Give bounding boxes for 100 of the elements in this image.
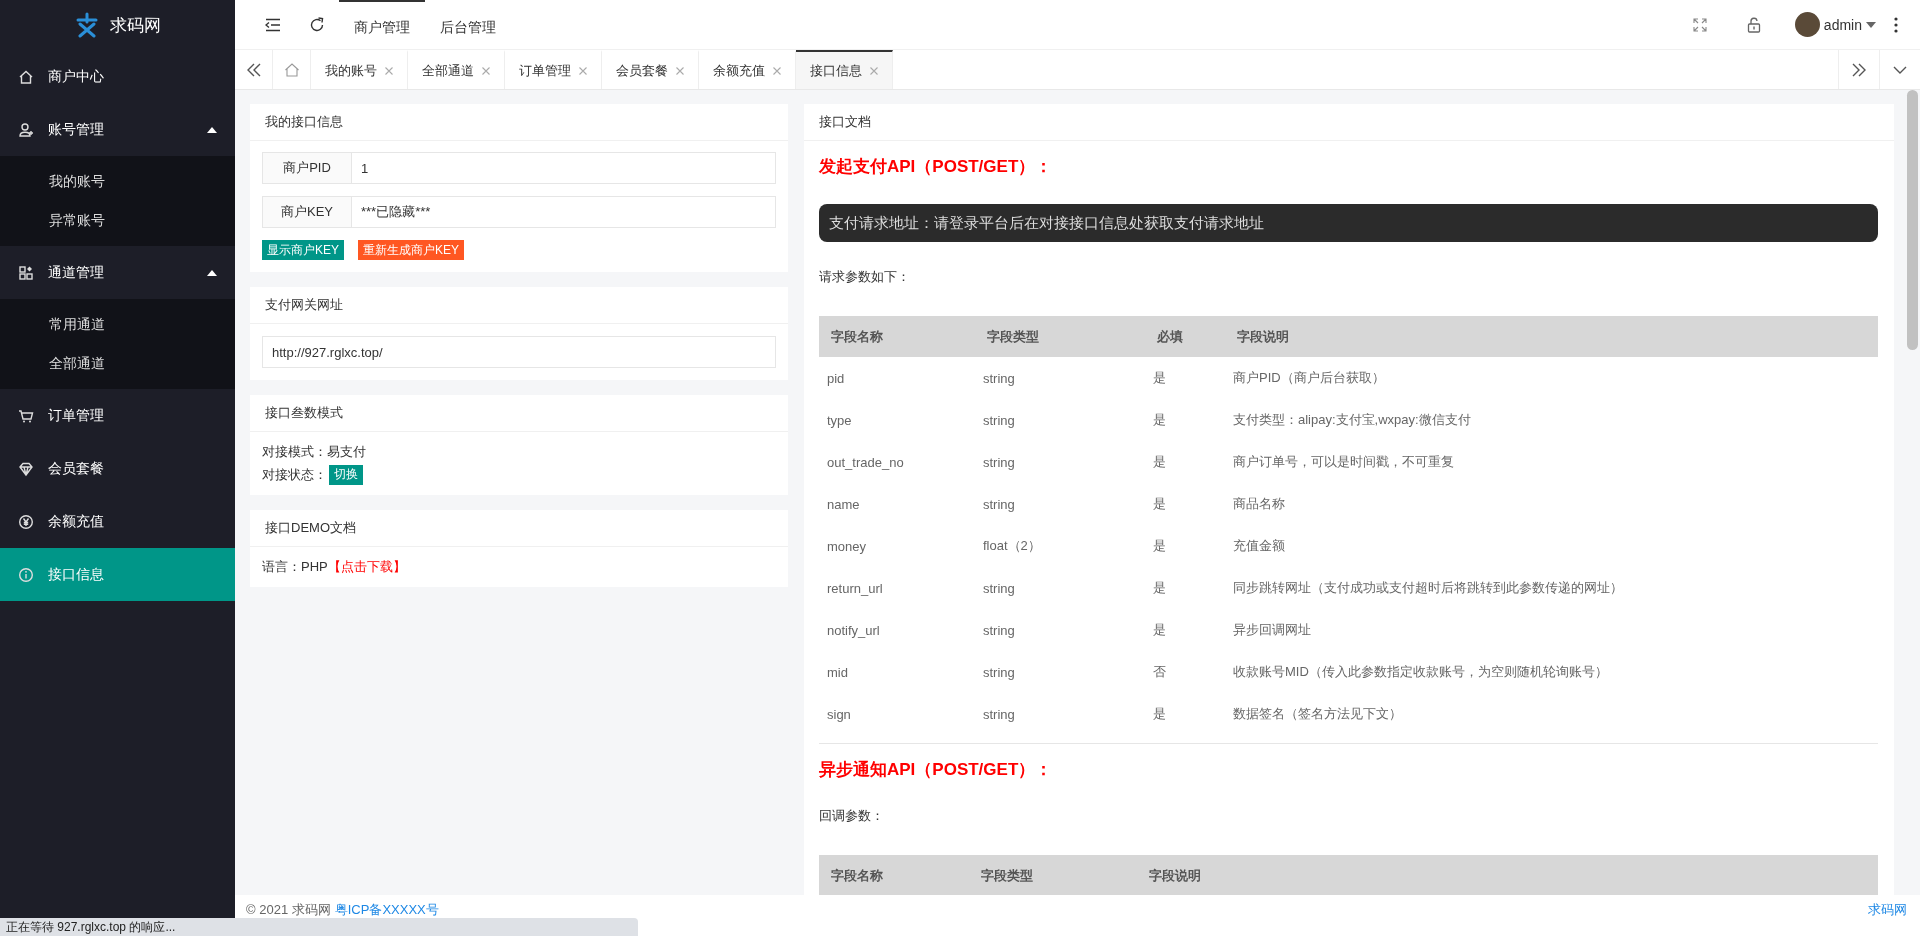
card-title: 接口叁数模式 [250, 395, 788, 432]
sidebar-item[interactable]: 接口信息 [0, 548, 235, 601]
chevron-down-icon[interactable] [1893, 65, 1907, 74]
table-cell-text: 是 [1152, 621, 1167, 639]
action-button[interactable]: 显示商户KEY [262, 240, 344, 260]
status-label: 对接状态： [262, 466, 327, 484]
nav-tab[interactable]: 后台管理 [425, 0, 511, 50]
table-cell-text: string [982, 495, 1016, 514]
table-cell: 是 [1145, 357, 1225, 399]
caret-up-icon [207, 269, 217, 276]
table-cell-text: 商品名称 [1232, 495, 1286, 513]
notice-bar: 支付请求地址：请登录平台后在对接接口信息处获取支付请求地址 [819, 204, 1878, 242]
sidebar-item[interactable]: 账号管理 [0, 103, 235, 156]
intro-text: 回调参数： [819, 807, 885, 825]
input-field[interactable]: ***已隐藏*** [352, 196, 776, 228]
table-cell-text: 是 [1152, 579, 1167, 597]
table-cell-text: 是 [1152, 495, 1167, 513]
site-link[interactable]: 求码网 [1868, 901, 1907, 919]
table-cell-text: 是 [1152, 453, 1167, 471]
menu-collapse-icon[interactable] [265, 17, 281, 32]
caret-up-icon [207, 126, 217, 133]
column-header: 字段名称 [819, 855, 969, 895]
section-heading: 发起支付API（POST/GET）： [819, 156, 1054, 178]
card-title: 支付网关网址 [250, 287, 788, 324]
table-cell-text: 支付类型：alipay:支付宝,wxpay:微信支付 [1232, 411, 1472, 429]
table-cell-text: string [982, 705, 1016, 724]
column-header: 字段名称 [819, 316, 975, 357]
column-header: 字段说明 [1137, 855, 1878, 895]
tab[interactable]: 接口信息 [796, 50, 893, 89]
yen-icon [18, 513, 34, 530]
table-cell-text: 否 [1152, 663, 1167, 681]
avatar[interactable] [1794, 12, 1820, 37]
download-link[interactable]: 【点击下载】 [327, 555, 406, 578]
more-icon[interactable] [1894, 16, 1898, 33]
user-icon [18, 121, 34, 138]
input-field[interactable]: 1 [352, 152, 776, 184]
url-field[interactable]: http://927.rglxc.top/ [262, 336, 776, 368]
double-right-icon[interactable] [1852, 62, 1866, 77]
sidebar-item[interactable]: 商户中心 [0, 50, 235, 103]
browser-status-bar: 正在等待 927.rglxc.top 的响应... [0, 918, 638, 936]
fullscreen-icon[interactable] [1692, 17, 1707, 32]
column-header: 字段说明 [1225, 316, 1878, 357]
sidebar-item[interactable]: 余额充值 [0, 495, 235, 548]
sidebar-item[interactable]: 通道管理 [0, 246, 235, 299]
caret-down-icon[interactable] [1866, 21, 1876, 28]
cart-icon [18, 407, 34, 424]
card-title: 我的接口信息 [250, 104, 788, 141]
sidebar-item[interactable]: 订单管理 [0, 389, 235, 442]
table-cell-text: money [826, 537, 868, 556]
table-cell-text: string [982, 411, 1016, 430]
column-header: 字段类型 [975, 316, 1145, 357]
submenu-item[interactable]: 常用通道 [0, 305, 235, 344]
table-cell-text: 同步跳转网址（支付成功或支付超时后将跳转到此参数传递的网址） [1232, 579, 1624, 597]
mode-text: 对接模式：易支付 [262, 443, 367, 461]
table-cell-text: 数据签名（签名方法见下文） [1232, 705, 1403, 723]
double-left-icon[interactable] [246, 62, 261, 77]
table-cell-text: 异步回调网址 [1232, 621, 1312, 639]
table-cell-text: 收款账号MID（传入此参数指定收款账号，为空则随机轮询账号） [1232, 663, 1609, 681]
table-cell-text: mid [826, 663, 849, 682]
tab[interactable]: 订单管理 [505, 50, 602, 89]
table-cell-text: 是 [1152, 411, 1167, 429]
icp-link[interactable]: 粤ICP备XXXXX号 [334, 901, 439, 919]
info-icon [18, 566, 34, 583]
refresh-icon[interactable] [309, 16, 325, 33]
card-title: 接口DEMO文档 [250, 510, 788, 547]
tab[interactable]: 会员套餐 [602, 50, 699, 89]
table-cell-text: 充值金额 [1232, 537, 1286, 555]
table-cell-text: sign [826, 705, 852, 724]
table-cell-text: string [982, 453, 1016, 472]
username[interactable]: admin [1823, 16, 1862, 33]
sidebar-item[interactable]: 会员套餐 [0, 442, 235, 495]
submenu-item[interactable]: 异常账号 [0, 201, 235, 240]
logo-icon [74, 12, 100, 38]
table-cell-text: string [982, 663, 1016, 682]
intro-text: 请求参数如下： [819, 268, 911, 286]
column-header: 必填 [1145, 316, 1225, 357]
table-cell: string [975, 357, 1145, 399]
tab[interactable]: 全部通道 [408, 50, 505, 89]
diamond-icon [18, 460, 34, 477]
section-heading: 异步通知API（POST/GET）： [819, 759, 1054, 781]
submenu-item[interactable]: 全部通道 [0, 344, 235, 383]
table-cell-text: 是 [1152, 705, 1167, 723]
table-cell-text: notify_url [826, 621, 881, 640]
scrollbar[interactable] [1907, 90, 1918, 350]
column-header: 字段类型 [969, 855, 1137, 895]
language-text: 语言：PHP [262, 558, 328, 576]
table-cell-text: type [826, 411, 853, 430]
unlock-icon[interactable] [1746, 16, 1761, 33]
home-icon[interactable] [283, 61, 300, 78]
switch-button[interactable]: 切换 [329, 464, 363, 485]
table-cell-text: float（2） [982, 537, 1042, 555]
table-cell-text: 商户订单号，可以是时间戳，不可重复 [1232, 453, 1455, 471]
grid-icon [18, 264, 34, 281]
tab[interactable]: 我的账号 [311, 50, 408, 89]
card-title: 接口文档 [804, 104, 1894, 141]
table-cell: 商户PID（商户后台获取） [1225, 357, 1878, 399]
field-label: 商户PID [262, 152, 352, 184]
submenu-item[interactable]: 我的账号 [0, 162, 235, 201]
table-cell-text: name [826, 495, 861, 514]
table-cell-text: string [982, 579, 1016, 598]
